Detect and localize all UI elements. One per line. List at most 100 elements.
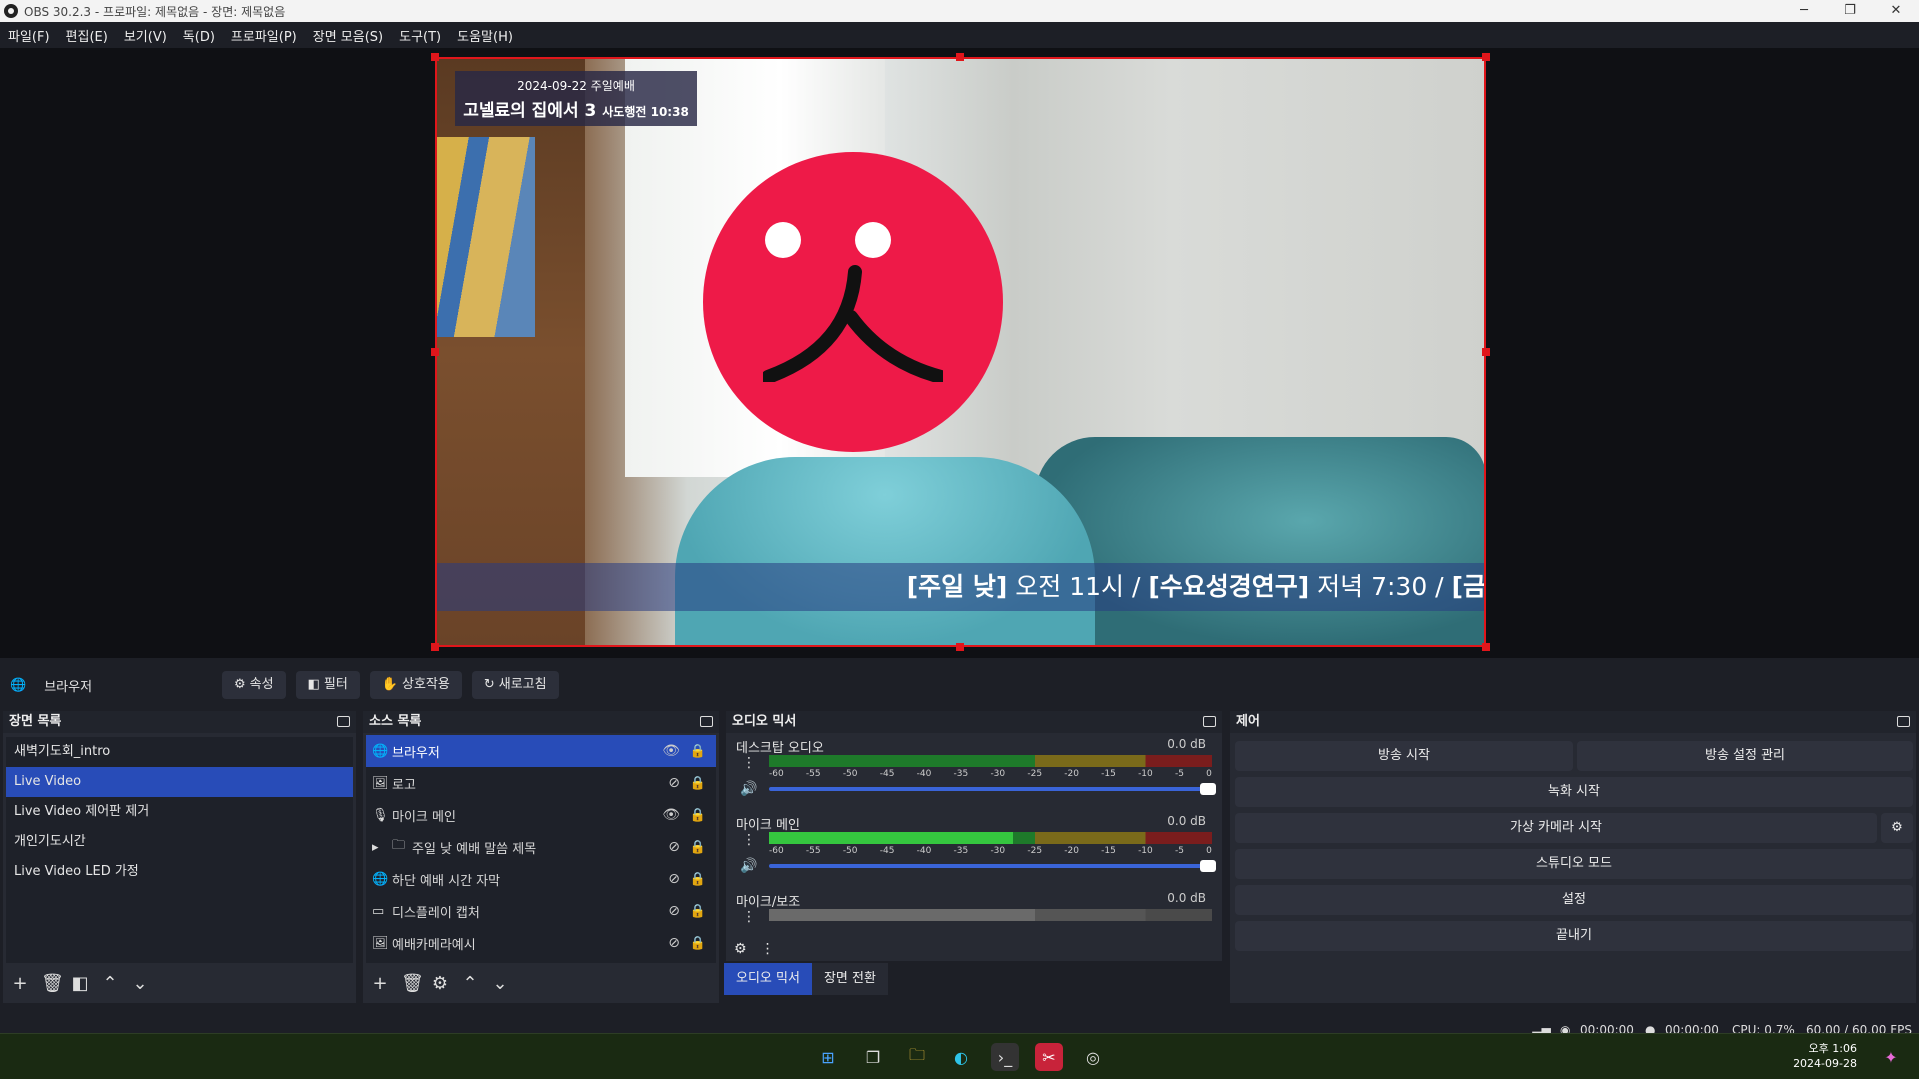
- eye-icon[interactable]: 👁: [662, 743, 680, 759]
- resize-handle[interactable]: [956, 643, 964, 651]
- trash-icon[interactable]: 🗑: [41, 973, 64, 994]
- undock-icon[interactable]: [700, 716, 713, 727]
- menu-scene-collection[interactable]: 장면 모음(S): [305, 26, 391, 45]
- resize-handle[interactable]: [1482, 53, 1490, 61]
- minimize-button[interactable]: ─: [1781, 0, 1827, 22]
- source-item[interactable]: 🎙 마이크 메인 👁 🔒: [366, 799, 716, 831]
- move-down-icon[interactable]: ⌄: [491, 973, 509, 994]
- menu-help[interactable]: 도움말(H): [449, 26, 521, 45]
- studio-mode-button[interactable]: 스튜디오 모드: [1235, 849, 1913, 879]
- gear-icon[interactable]: ⚙: [431, 973, 449, 994]
- scene-item[interactable]: Live Video: [6, 767, 353, 797]
- menu-file[interactable]: 파일(F): [0, 26, 58, 45]
- snipping-tool-icon[interactable]: ✂: [1035, 1043, 1063, 1071]
- move-down-icon[interactable]: ⌄: [131, 973, 149, 994]
- taskbar: ⊞ ❐ 🗀 ◐ ›_ ✂ ◎ 오후 1:06 2024-09-28 ✦: [0, 1033, 1919, 1079]
- source-toolbar: 🌐 브라우저 ⚙ 속성 ◧ 필터 ✋ 상호작용 ↻ 새로고침: [0, 667, 1919, 703]
- scene-filter-icon[interactable]: ◧: [71, 973, 89, 994]
- source-item[interactable]: ▸ 🗀 주일 낮 예배 말씀 제목 ⊘ 🔒: [366, 831, 716, 863]
- filters-button[interactable]: ◧ 필터: [295, 671, 360, 699]
- mixer-channel: 데스크탑 오디오 0.0 dB ⋮ -60 -55 -50 -45 -40 -35 -30-…: [732, 737, 1216, 814]
- menu-edit[interactable]: 편집(E): [58, 26, 116, 45]
- file-explorer-icon[interactable]: 🗀: [903, 1043, 931, 1071]
- scene-item[interactable]: 개인기도시간: [6, 827, 353, 857]
- menu-view[interactable]: 보기(V): [116, 26, 175, 45]
- obs-taskbar-icon[interactable]: ◎: [1079, 1043, 1107, 1071]
- menu-tools[interactable]: 도구(T): [391, 26, 449, 45]
- eye-icon[interactable]: 👁: [662, 807, 680, 823]
- move-up-icon[interactable]: ⌃: [101, 973, 119, 994]
- resize-handle[interactable]: [431, 643, 439, 651]
- kebab-menu-icon[interactable]: ⋮: [742, 755, 756, 771]
- properties-button[interactable]: ⚙ 속성: [222, 671, 286, 699]
- tab-scene-transitions[interactable]: 장면 전환: [811, 963, 888, 995]
- source-item[interactable]: 🖼 예배카메라예시 ⊘ 🔒: [366, 927, 716, 959]
- eye-hidden-icon[interactable]: ⊘: [668, 935, 680, 951]
- lock-icon[interactable]: 🔒: [690, 840, 706, 855]
- source-item[interactable]: 🌐 하단 예배 시간 자막 ⊘ 🔒: [366, 863, 716, 895]
- menu-bar: 파일(F) 편집(E) 보기(V) 독(D) 프로파일(P) 장면 모음(S) …: [0, 22, 1919, 48]
- menu-docks[interactable]: 독(D): [175, 26, 223, 45]
- terminal-icon[interactable]: ›_: [991, 1043, 1019, 1071]
- add-icon[interactable]: +: [11, 973, 29, 994]
- resize-handle[interactable]: [431, 348, 439, 356]
- start-recording-button[interactable]: 녹화 시작: [1235, 777, 1913, 807]
- source-item[interactable]: ▭ 디스플레이 캡처 ⊘ 🔒: [366, 895, 716, 927]
- lock-icon[interactable]: 🔒: [690, 904, 706, 919]
- scene-item[interactable]: Live Video LED 가정: [6, 857, 353, 887]
- settings-button[interactable]: 설정: [1235, 885, 1913, 915]
- close-button[interactable]: ✕: [1873, 0, 1919, 22]
- scene-item[interactable]: Live Video 제어판 제거: [6, 797, 353, 827]
- speaker-icon[interactable]: 🔊: [740, 781, 757, 797]
- lock-icon[interactable]: 🔒: [690, 744, 706, 759]
- move-up-icon[interactable]: ⌃: [461, 973, 479, 994]
- refresh-button[interactable]: ↻ 새로고침: [471, 671, 559, 699]
- stream-settings-button[interactable]: 방송 설정 관리: [1577, 741, 1913, 771]
- resize-handle[interactable]: [1482, 348, 1490, 356]
- windows-start-icon[interactable]: ⊞: [814, 1043, 842, 1071]
- source-item[interactable]: 🌐 브라우저 👁 🔒: [366, 735, 716, 767]
- eye-hidden-icon[interactable]: ⊘: [668, 871, 680, 887]
- mixer-settings-icon[interactable]: ⚙: [734, 941, 747, 957]
- undock-icon[interactable]: [1203, 716, 1216, 727]
- expand-icon[interactable]: ▸: [372, 840, 388, 855]
- menu-profile[interactable]: 프로파일(P): [223, 26, 305, 45]
- lock-icon[interactable]: 🔒: [690, 872, 706, 887]
- maximize-button[interactable]: ❐: [1827, 0, 1873, 22]
- undock-icon[interactable]: [337, 716, 350, 727]
- add-icon[interactable]: +: [371, 973, 389, 994]
- trash-icon[interactable]: 🗑: [401, 973, 424, 994]
- speaker-icon[interactable]: 🔊: [740, 858, 757, 874]
- virtual-camera-settings-button[interactable]: ⚙: [1881, 813, 1913, 843]
- source-item[interactable]: 🖼 로고 ⊘ 🔒: [366, 767, 716, 799]
- mixer-menu-icon[interactable]: ⋮: [761, 941, 775, 957]
- preview-canvas[interactable]: 2024-09-22 주일예배 고넬료의 집에서 3 사도행전 10:38 [주…: [435, 57, 1486, 647]
- volume-slider[interactable]: [769, 783, 1216, 795]
- eye-hidden-icon[interactable]: ⊘: [668, 839, 680, 855]
- resize-handle[interactable]: [431, 53, 439, 61]
- resize-handle[interactable]: [956, 53, 964, 61]
- undock-icon[interactable]: [1897, 716, 1910, 727]
- system-clock[interactable]: 오후 1:06 2024-09-28: [1793, 1041, 1857, 1071]
- start-streaming-button[interactable]: 방송 시작: [1235, 741, 1573, 771]
- volume-slider[interactable]: [769, 860, 1216, 872]
- copilot-icon[interactable]: ✦: [1877, 1043, 1905, 1071]
- scene-item[interactable]: 새벽기도회_intro: [6, 737, 353, 767]
- lock-icon[interactable]: 🔒: [690, 808, 706, 823]
- properties-label: 속성: [249, 677, 274, 692]
- eye-hidden-icon[interactable]: ⊘: [668, 775, 680, 791]
- tab-audio-mixer[interactable]: 오디오 믹서: [724, 963, 812, 995]
- interact-button[interactable]: ✋ 상호작용: [369, 671, 462, 699]
- edge-browser-icon[interactable]: ◐: [947, 1043, 975, 1071]
- kebab-menu-icon[interactable]: ⋮: [742, 832, 756, 848]
- lock-icon[interactable]: 🔒: [690, 776, 706, 791]
- task-view-icon[interactable]: ❐: [859, 1043, 887, 1071]
- kebab-menu-icon[interactable]: ⋮: [742, 909, 756, 925]
- lock-icon[interactable]: 🔒: [690, 936, 706, 951]
- eye-hidden-icon[interactable]: ⊘: [668, 903, 680, 919]
- mixer-title: 오디오 믹서: [732, 714, 797, 729]
- exit-button[interactable]: 끝내기: [1235, 921, 1913, 951]
- start-virtual-camera-button[interactable]: 가상 카메라 시작: [1235, 813, 1877, 843]
- resize-handle[interactable]: [1482, 643, 1490, 651]
- preview-area[interactable]: 2024-09-22 주일예배 고넬료의 집에서 3 사도행전 10:38 [주…: [0, 48, 1919, 658]
